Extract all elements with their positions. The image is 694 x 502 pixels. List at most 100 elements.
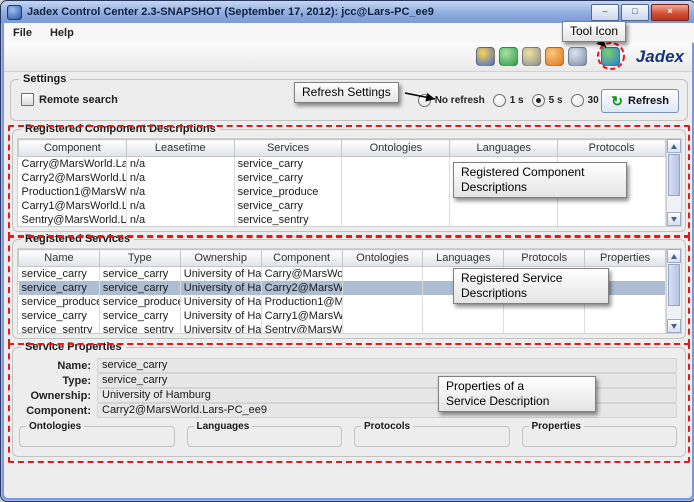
table-cell[interactable]: n/a: [126, 171, 234, 185]
column-header[interactable]: Component: [261, 250, 342, 267]
table-cell[interactable]: Carry@MarsWor...: [261, 267, 342, 282]
minimize-button[interactable]: –: [591, 4, 619, 21]
services-scrollbar[interactable]: [666, 249, 681, 333]
table-cell[interactable]: Carry2@MarsW...: [261, 281, 342, 295]
maximize-button[interactable]: □: [621, 4, 649, 21]
table-cell[interactable]: service_carry: [234, 171, 342, 185]
scrollbar-thumb[interactable]: [668, 154, 680, 196]
column-header[interactable]: Type: [99, 250, 180, 267]
menu-help[interactable]: Help: [50, 27, 74, 39]
scrollbar-track[interactable]: [667, 307, 681, 319]
table-cell[interactable]: [342, 171, 450, 185]
table-cell[interactable]: [423, 323, 504, 334]
scroll-up-icon[interactable]: [667, 249, 681, 263]
remote-search-checkbox[interactable]: Remote search: [21, 93, 118, 106]
column-header[interactable]: Protocols: [504, 250, 585, 267]
table-cell[interactable]: Sentry@MarsWorld.La...: [19, 213, 127, 227]
table-cell[interactable]: [423, 309, 504, 323]
column-header[interactable]: Protocols: [558, 140, 666, 157]
table-cell[interactable]: [450, 199, 558, 213]
scrollbar-track[interactable]: [667, 197, 681, 212]
table-cell[interactable]: n/a: [126, 199, 234, 213]
refresh-button[interactable]: ↻ Refresh: [601, 89, 679, 113]
radio-icon[interactable]: [532, 94, 545, 107]
table-cell[interactable]: University of Ha...: [180, 323, 261, 334]
table-cell[interactable]: [504, 309, 585, 323]
table-cell[interactable]: service_carry: [19, 281, 100, 295]
table-cell[interactable]: Carry2@MarsWorld.La...: [19, 171, 127, 185]
table-cell[interactable]: [342, 213, 450, 227]
scrollbar-thumb[interactable]: [668, 264, 680, 306]
scroll-down-icon[interactable]: [667, 212, 681, 226]
column-header[interactable]: Component: [19, 140, 127, 157]
table-row[interactable]: Carry1@MarsWorld.L...n/aservice_carry: [19, 199, 666, 213]
column-header[interactable]: Ontologies: [342, 250, 423, 267]
column-header[interactable]: Properties: [585, 250, 666, 267]
refresh-option-no-refresh[interactable]: No refresh: [418, 94, 485, 107]
security-tool-icon[interactable]: [545, 47, 564, 66]
title-bar[interactable]: Jadex Control Center 2.3-SNAPSHOT (Septe…: [1, 1, 694, 23]
library-tool-icon[interactable]: [568, 47, 587, 66]
radio-icon[interactable]: [571, 94, 584, 107]
table-cell[interactable]: [450, 213, 558, 227]
menu-file[interactable]: File: [13, 27, 32, 39]
table-row[interactable]: service_sentryservice_sentryUniversity o…: [19, 323, 666, 334]
table-row[interactable]: service_carryservice_carryUniversity of …: [19, 309, 666, 323]
scroll-down-icon[interactable]: [667, 319, 681, 333]
table-cell[interactable]: [342, 295, 423, 309]
table-cell[interactable]: service_produce: [19, 295, 100, 309]
table-cell[interactable]: service_carry: [19, 309, 100, 323]
table-cell[interactable]: service_carry: [99, 267, 180, 282]
table-cell[interactable]: University of Ha...: [180, 281, 261, 295]
table-cell[interactable]: Carry@MarsWorld.Lar...: [19, 157, 127, 172]
scroll-up-icon[interactable]: [667, 139, 681, 153]
table-cell[interactable]: [558, 213, 666, 227]
checkbox-icon[interactable]: [21, 93, 34, 106]
table-cell[interactable]: [558, 199, 666, 213]
radio-icon[interactable]: [493, 94, 506, 107]
table-cell[interactable]: service_produce: [234, 185, 342, 199]
table-cell[interactable]: n/a: [126, 213, 234, 227]
table-cell[interactable]: [585, 309, 666, 323]
table-cell[interactable]: Sentry@MarsW...: [261, 323, 342, 334]
starter-tool-icon[interactable]: [476, 47, 495, 66]
table-cell[interactable]: service_carry: [99, 309, 180, 323]
column-header[interactable]: Services: [234, 140, 342, 157]
table-cell[interactable]: service_sentry: [19, 323, 100, 334]
column-header[interactable]: Leasetime: [126, 140, 234, 157]
radio-icon[interactable]: [418, 94, 431, 107]
table-cell[interactable]: [342, 323, 423, 334]
table-row[interactable]: Sentry@MarsWorld.La...n/aservice_sentry: [19, 213, 666, 227]
table-cell[interactable]: University of Ha...: [180, 295, 261, 309]
table-cell[interactable]: [504, 323, 585, 334]
column-header[interactable]: Ontologies: [342, 140, 450, 157]
conversation-tool-icon[interactable]: [522, 47, 541, 66]
table-cell[interactable]: Production1@MarsWo...: [19, 185, 127, 199]
refresh-option-1-s[interactable]: 1 s: [493, 94, 524, 107]
refresh-option-5-s[interactable]: 5 s: [532, 94, 563, 107]
table-cell[interactable]: [342, 157, 450, 172]
table-cell[interactable]: Carry1@MarsWorld.L...: [19, 199, 127, 213]
close-button[interactable]: ×: [651, 4, 689, 21]
awareness-tool-icon[interactable]: [499, 47, 518, 66]
df-tool-icon[interactable]: [601, 47, 620, 66]
table-cell[interactable]: [342, 185, 450, 199]
components-scrollbar[interactable]: [666, 139, 681, 226]
table-cell[interactable]: University of Ha...: [180, 309, 261, 323]
table-cell[interactable]: Production1@M...: [261, 295, 342, 309]
table-cell[interactable]: University of Ha...: [180, 267, 261, 282]
table-cell[interactable]: [342, 267, 423, 282]
table-cell[interactable]: service_carry: [234, 157, 342, 172]
table-cell[interactable]: service_carry: [19, 267, 100, 282]
table-cell[interactable]: n/a: [126, 185, 234, 199]
table-cell[interactable]: [585, 323, 666, 334]
column-header[interactable]: Name: [19, 250, 100, 267]
table-cell[interactable]: service_sentry: [234, 213, 342, 227]
table-cell[interactable]: service_sentry: [99, 323, 180, 334]
column-header[interactable]: Languages: [423, 250, 504, 267]
table-cell[interactable]: service_carry: [234, 199, 342, 213]
table-cell[interactable]: [342, 309, 423, 323]
table-cell[interactable]: Carry1@MarsW...: [261, 309, 342, 323]
column-header[interactable]: Languages: [450, 140, 558, 157]
table-cell[interactable]: [342, 199, 450, 213]
